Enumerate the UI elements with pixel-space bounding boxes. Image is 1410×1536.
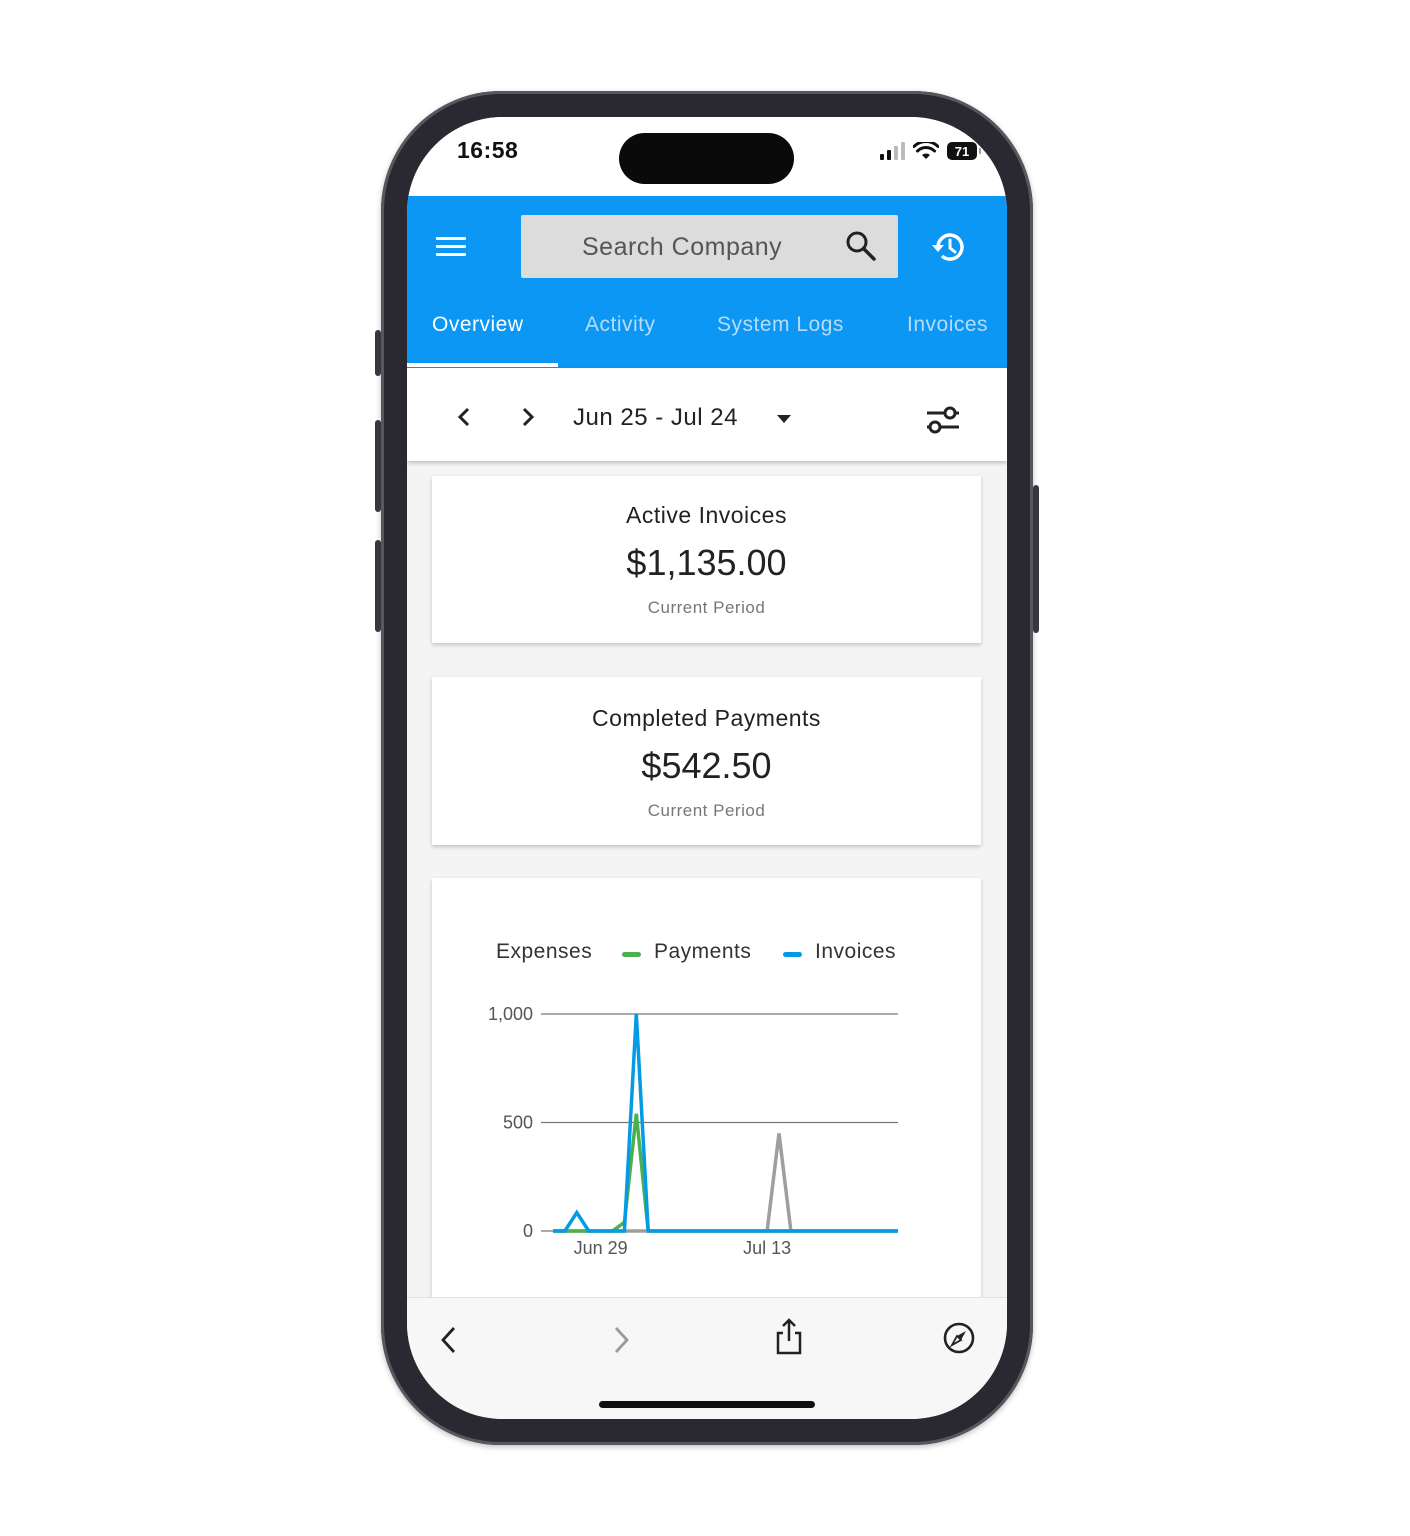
phone-screen: 16:58 71 Search Company Overview Activit… bbox=[407, 117, 1007, 1419]
card-subtitle: Current Period bbox=[647, 598, 766, 617]
wifi-icon bbox=[913, 141, 939, 159]
y-tick-label: 500 bbox=[503, 1113, 533, 1133]
active-invoices-card[interactable]: Active Invoices $1,135.00 Current Period bbox=[432, 476, 981, 643]
phone-power-button bbox=[1033, 485, 1039, 633]
tab-bar: Overview Activity System Logs Invoices bbox=[407, 301, 1007, 368]
card-title: Completed Payments bbox=[592, 705, 821, 731]
forward-arrow-icon[interactable] bbox=[610, 1325, 632, 1355]
home-indicator bbox=[599, 1401, 815, 1408]
compass-icon[interactable] bbox=[942, 1321, 976, 1355]
back-arrow-icon[interactable] bbox=[438, 1325, 460, 1355]
date-range-selector[interactable]: Jun 25 - Jul 24 bbox=[573, 404, 738, 432]
share-icon[interactable] bbox=[774, 1317, 804, 1355]
completed-payments-card[interactable]: Completed Payments $542.50 Current Perio… bbox=[432, 677, 981, 845]
sliders-icon[interactable] bbox=[925, 404, 961, 436]
phone-volume-up-button bbox=[375, 420, 381, 512]
card-value: $1,135.00 bbox=[626, 542, 787, 583]
y-tick-label: 1,000 bbox=[488, 1004, 533, 1024]
history-icon[interactable] bbox=[929, 227, 969, 267]
dynamic-island bbox=[619, 133, 794, 184]
series-line-expenses bbox=[553, 1133, 898, 1233]
card-value: $542.50 bbox=[641, 745, 772, 786]
app-bar: Search Company Overview Activity System … bbox=[407, 196, 1007, 368]
x-tick-label: Jun 29 bbox=[574, 1238, 628, 1258]
x-tick-label: Jul 13 bbox=[743, 1238, 791, 1258]
card-subtitle: Current Period bbox=[647, 801, 766, 820]
search-icon[interactable] bbox=[844, 229, 878, 263]
tab-invoices[interactable]: Invoices bbox=[907, 313, 988, 337]
y-tick-label: 0 bbox=[523, 1221, 533, 1241]
chevron-left-icon[interactable] bbox=[454, 406, 474, 428]
battery-indicator: 71 bbox=[947, 142, 981, 160]
cellular-signal-icon bbox=[880, 142, 905, 160]
active-tab-indicator bbox=[407, 363, 558, 367]
phone-volume-down-button bbox=[375, 540, 381, 632]
phone-action-button bbox=[375, 330, 381, 376]
search-placeholder: Search Company bbox=[582, 233, 783, 261]
chevron-right-icon[interactable] bbox=[518, 406, 538, 428]
caret-down-icon[interactable] bbox=[777, 415, 791, 423]
browser-toolbar bbox=[407, 1297, 1007, 1419]
line-chart: 1,000 500 0 Jun 29 Jul 13 bbox=[488, 1004, 898, 1258]
hamburger-menu-icon[interactable] bbox=[434, 234, 468, 260]
status-time: 16:58 bbox=[457, 137, 519, 163]
status-bar: 16:58 71 bbox=[407, 117, 1007, 196]
status-icons: 71 bbox=[879, 139, 981, 163]
date-range-bar: Jun 25 - Jul 24 bbox=[407, 368, 1007, 461]
tab-system-logs[interactable]: System Logs bbox=[717, 313, 844, 337]
overview-content: Active Invoices $1,135.00 Current Period… bbox=[407, 461, 1007, 1308]
tab-overview[interactable]: Overview bbox=[432, 313, 524, 337]
search-field[interactable]: Search Company bbox=[521, 215, 898, 278]
chart-card: Expenses Payments Invoices 1,000 500 0 Jun … bbox=[432, 878, 981, 1308]
tab-activity[interactable]: Activity bbox=[585, 313, 656, 337]
card-title: Active Invoices bbox=[626, 502, 787, 528]
series-line-payments bbox=[553, 1113, 898, 1233]
